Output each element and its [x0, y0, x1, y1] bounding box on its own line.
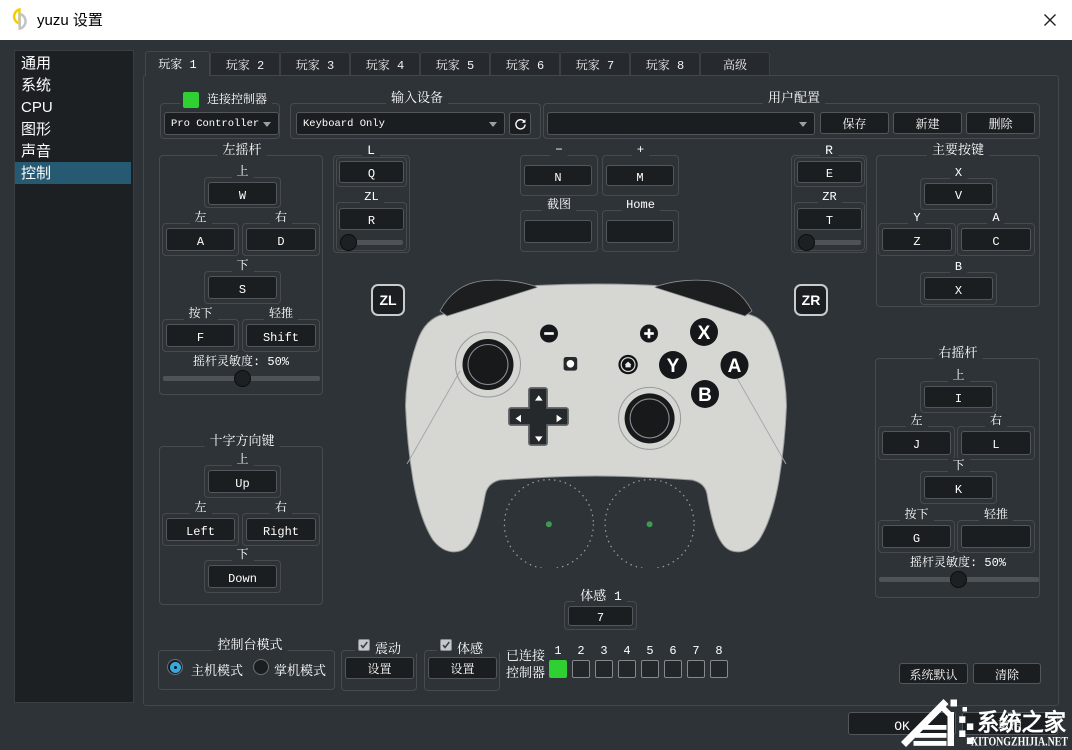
svg-text:Y: Y [667, 356, 680, 377]
svg-text:系统之家: 系统之家 [977, 703, 1066, 738]
svg-text:XITONGZHIJIA.NET: XITONGZHIJIA.NET [971, 735, 1069, 749]
svg-text:X: X [698, 323, 711, 344]
svg-text:A: A [728, 356, 742, 377]
svg-text:B: B [698, 385, 712, 406]
